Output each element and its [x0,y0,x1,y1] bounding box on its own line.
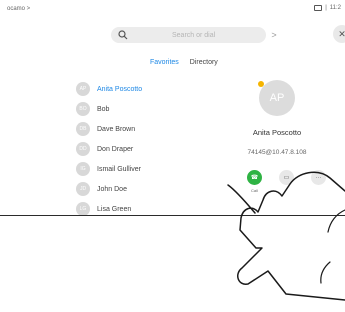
hand-illustration [227,171,345,301]
